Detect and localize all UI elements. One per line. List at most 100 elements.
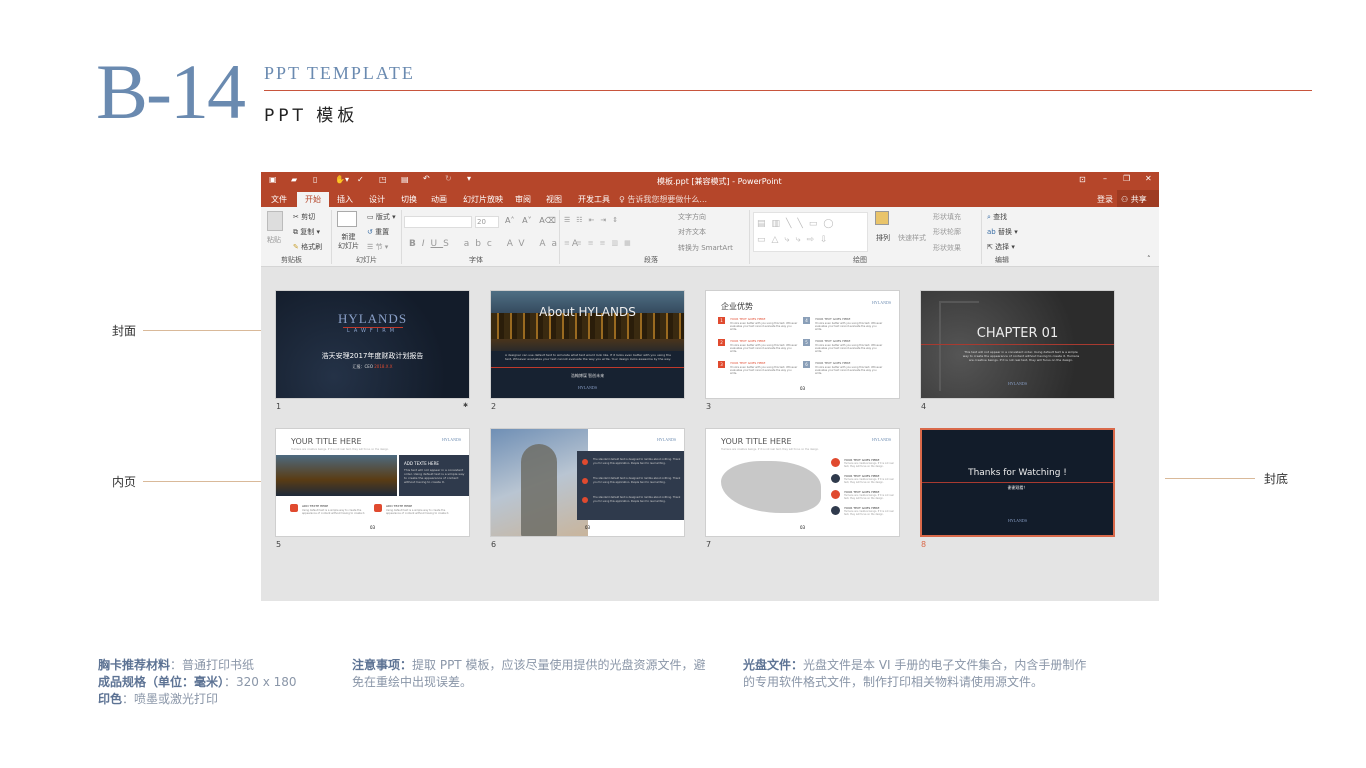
check-icon — [582, 459, 588, 465]
slide-title: Thanks for Watching ! — [968, 468, 1067, 478]
save-icon[interactable]: ▣ — [269, 175, 277, 184]
touch-mode-icon[interactable]: ✋▾ — [335, 175, 349, 184]
shape-effects-button[interactable]: 形状效果 — [933, 243, 961, 253]
font-name-input[interactable] — [404, 216, 472, 228]
minimize-button[interactable]: – — [1103, 174, 1107, 183]
text-direction-button[interactable]: 文字方向 — [678, 212, 706, 222]
slide-number: 6 — [491, 540, 497, 549]
slide-title: About HYLANDS — [539, 305, 636, 319]
slide-number: 2 — [491, 402, 497, 411]
align-text-button[interactable]: 对齐文本 — [678, 227, 706, 237]
new-slide-icon[interactable] — [337, 211, 357, 227]
section-icon: ☰ — [367, 243, 374, 251]
layout-button[interactable]: ▭ 版式 ▾ — [367, 212, 396, 222]
date: 2018.X.X — [374, 364, 393, 369]
item-heading: YOUR TEXT GOES HERE — [815, 317, 851, 321]
search-icon: ⌕ — [987, 213, 991, 221]
tab-file[interactable]: 文件 — [271, 194, 287, 205]
close-button[interactable]: ✕ — [1145, 174, 1152, 183]
list-buttons[interactable]: ☰☷⇤⇥⇕ — [564, 216, 624, 224]
slide-tagline: 浩翰博谋 智创未来 — [570, 373, 605, 378]
person-icon: ⚇ — [1121, 195, 1129, 204]
star-icon: ✱ — [463, 402, 469, 409]
item-heading: YOUR TEXT GOES HERE — [815, 361, 851, 365]
powerpoint-window: ▣ ▰ ▯ ✋▾ ✓ ◳ ▤ ↶ ↻ ▾ 模板.ppt [兼容模式] - Pow… — [261, 172, 1159, 601]
tab-review[interactable]: 审阅 — [515, 194, 531, 205]
align-buttons[interactable]: ≡≡≡≡▥▦ — [564, 239, 637, 247]
ribbon-display-icon[interactable]: ⊡ — [1079, 175, 1086, 184]
group-paragraph: 段落 — [644, 256, 658, 264]
tab-transitions[interactable]: 切换 — [401, 194, 417, 205]
font-size-input[interactable]: 20 — [475, 216, 499, 228]
ribbon: 粘贴 ✂ 剪切 ⧉ 复制 ▾ ✎ 格式刷 剪贴板 新建 幻灯片 ▭ 版式 ▾ ↺… — [261, 207, 1159, 267]
slide-thumbnail-6[interactable]: HYLANDS The standard default text is des… — [490, 428, 685, 537]
group-slides: 幻灯片 — [356, 256, 377, 264]
shape-fill-button[interactable]: 形状填充 — [933, 212, 961, 222]
slide-thumbnail-5[interactable]: YOUR TITLE HERE Humans are creative bein… — [275, 428, 470, 537]
select-button[interactable]: ⇱ 选择 ▾ — [987, 242, 1015, 252]
scales-image — [939, 301, 979, 391]
new-icon[interactable]: ▯ — [313, 175, 317, 184]
slide-body: This text will not appear in a consisten… — [962, 350, 1080, 362]
undo-icon[interactable]: ↶ — [423, 174, 430, 183]
title-cn: PPT 模板 — [264, 106, 359, 126]
tell-me-input[interactable]: ♀ 告诉我您想要做什么... — [619, 194, 707, 205]
customize-icon[interactable]: ▾ — [467, 174, 471, 183]
shape-outline-button[interactable]: 形状轮廓 — [933, 227, 961, 237]
tab-insert[interactable]: 插入 — [337, 194, 353, 205]
slideshow-icon[interactable]: ▤ — [401, 175, 409, 184]
smartart-button[interactable]: 转换为 SmartArt — [678, 243, 733, 253]
slide-title: YOUR TITLE HERE — [291, 437, 362, 446]
leader-line — [143, 481, 261, 482]
item-body: Humans are creative beings. If it is not… — [844, 478, 894, 484]
slide-thumbnail-7[interactable]: YOUR TITLE HERE Humans are creative bein… — [705, 428, 900, 537]
layout-icon: ▭ — [367, 213, 374, 221]
section-button[interactable]: ☰ 节 ▾ — [367, 242, 388, 252]
slide-thumbnail-3[interactable]: 企业优势 HYLANDS 1 YOUR TEXT GOES HERE It look… — [705, 290, 900, 399]
spelling-icon[interactable]: ✓ — [357, 175, 364, 184]
tab-design[interactable]: 设计 — [369, 194, 385, 205]
slide-thumbnail-4[interactable]: CHAPTER 01 This text will not appear in … — [920, 290, 1115, 399]
slide-title: YOUR TITLE HERE — [721, 437, 792, 446]
item-body: Humans are creative beings. If it is not… — [844, 494, 894, 500]
font-size-buttons[interactable]: A˄ A˅ A⌫ — [505, 216, 556, 225]
reset-icon: ↺ — [367, 228, 373, 236]
preview-icon[interactable]: ◳ — [379, 175, 387, 184]
brush-icon: ✎ — [293, 243, 299, 251]
tab-slideshow[interactable]: 幻灯片放映 — [463, 194, 503, 205]
tab-developer[interactable]: 开发工具 — [578, 194, 610, 205]
restore-button[interactable]: ❐ — [1123, 174, 1130, 183]
find-button[interactable]: ⌕ 查找 — [987, 212, 1007, 222]
open-icon[interactable]: ▰ — [291, 175, 297, 184]
font-format-buttons[interactable]: BIUS abc AV Aa A — [409, 239, 584, 249]
item-badge: 5 — [803, 339, 810, 346]
redo-icon[interactable]: ↻ — [445, 174, 452, 183]
paste-icon[interactable] — [267, 211, 283, 231]
paste-button[interactable]: 粘贴 — [267, 235, 281, 245]
brand-logo: HYLANDS — [442, 437, 462, 442]
item-heading: YOUR TEXT GOES HERE — [730, 339, 766, 343]
arrange-button[interactable]: 排列 — [876, 233, 890, 243]
replace-icon: ab — [987, 228, 996, 236]
tab-home[interactable]: 开始 — [297, 192, 329, 207]
shapes-gallery[interactable]: ▤▥╲╲▭◯ ▭△⤷⤷⇨⇩ — [753, 212, 868, 252]
collapse-ribbon-icon[interactable]: ˄ — [1147, 255, 1151, 263]
slide-thumbnail-2[interactable]: About HYLANDS A designer can use default… — [490, 290, 685, 399]
tab-view[interactable]: 视图 — [546, 194, 562, 205]
slide-thumbnail-1[interactable]: HYLANDS LAWFIRM 浩天安理2017年度财政计划报告 汇报：CEO … — [275, 290, 470, 399]
replace-button[interactable]: ab 替换 ▾ — [987, 227, 1018, 237]
item-body: It looks even better with you using this… — [730, 322, 798, 331]
cut-button[interactable]: ✂ 剪切 — [293, 212, 315, 222]
slide-number: 1 — [276, 402, 282, 411]
copy-button[interactable]: ⧉ 复制 ▾ — [293, 227, 320, 237]
login-link[interactable]: 登录 — [1097, 194, 1113, 205]
format-painter-button[interactable]: ✎ 格式刷 — [293, 242, 322, 252]
new-slide-button[interactable]: 新建 幻灯片 — [338, 233, 359, 251]
slide-number: 7 — [706, 540, 712, 549]
header-rule — [264, 90, 1312, 91]
share-button[interactable]: ⚇ 共享 — [1117, 190, 1159, 207]
reset-button[interactable]: ↺ 重置 — [367, 227, 389, 237]
slide-thumbnail-8[interactable]: Thanks for Watching ! 谢谢观看！ HYLANDS — [920, 428, 1115, 537]
tab-animations[interactable]: 动画 — [431, 194, 447, 205]
quick-styles-button[interactable]: 快速样式 — [898, 233, 926, 243]
